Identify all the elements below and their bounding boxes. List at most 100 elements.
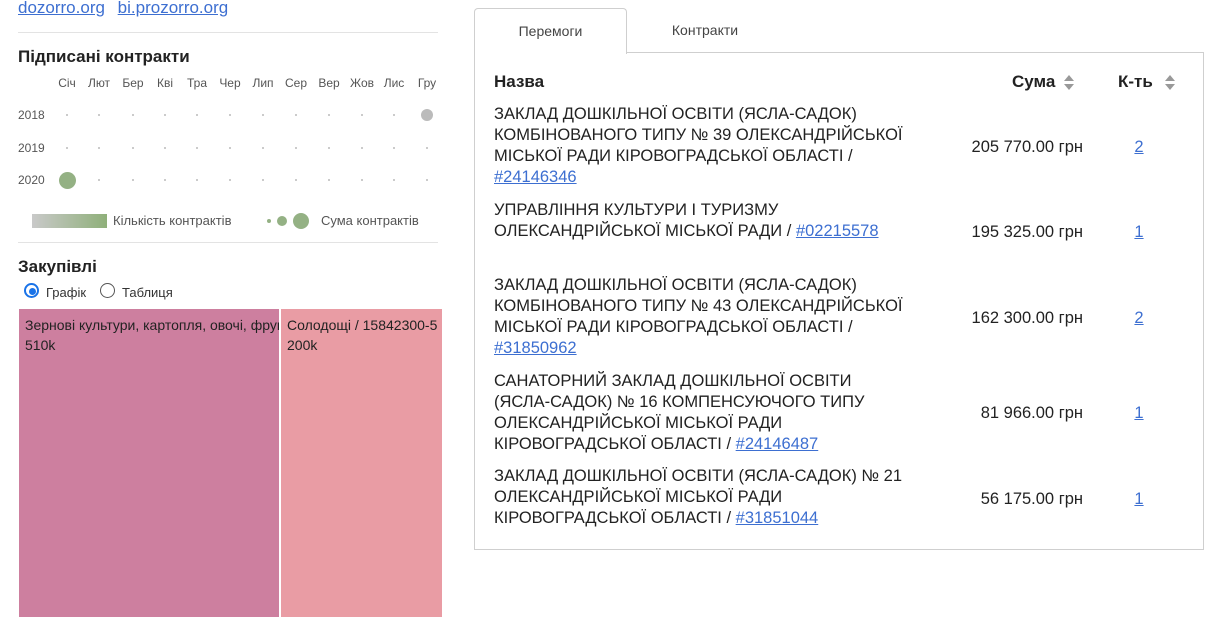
calendar-month-label: Гру xyxy=(417,76,437,90)
organization-id-link[interactable]: #24146487 xyxy=(736,435,819,453)
calendar-empty-dot xyxy=(196,147,198,149)
view-chart-radio[interactable] xyxy=(24,283,39,298)
separator: / xyxy=(721,509,736,527)
column-header-count[interactable]: К-ть xyxy=(1118,72,1153,92)
sort-icon[interactable] xyxy=(1064,75,1074,91)
organization-id-link[interactable]: #02215578 xyxy=(796,222,879,240)
calendar-contract-dot[interactable] xyxy=(421,109,433,121)
view-table-label[interactable]: Таблиця xyxy=(122,285,173,300)
organization-name: ЗАКЛАД ДОШКІЛЬНОЇ ОСВІТИ (ЯСЛА-САДОК) КО… xyxy=(494,105,903,165)
table-row-count-link[interactable]: 2 xyxy=(1120,309,1158,328)
organization-name: УПРАВЛІННЯ КУЛЬТУРИ І ТУРИЗМУ ОЛЕКСАНДРІ… xyxy=(494,201,783,240)
calendar-empty-dot xyxy=(132,114,134,116)
calendar-empty-dot xyxy=(98,114,100,116)
signed-contracts-title: Підписані контракти xyxy=(18,47,190,66)
table-row-sum: 195 325.00 грн xyxy=(971,223,1083,241)
calendar-month-label: Жов xyxy=(350,76,374,90)
table-row-name: ЗАКЛАД ДОШКІЛЬНОЇ ОСВІТИ (ЯСЛА-САДОК) № … xyxy=(494,466,904,529)
calendar-month-label: Вер xyxy=(318,76,340,90)
calendar-empty-dot xyxy=(361,147,363,149)
table-row-sum: 205 770.00 грн xyxy=(971,138,1083,156)
treemap-tile-vegetables[interactable]: Зернові культури, картопля, овочі, фрукт… xyxy=(19,309,279,617)
tile-value: 200k xyxy=(287,337,318,353)
calendar-empty-dot xyxy=(196,114,198,116)
calendar-empty-dot xyxy=(98,179,100,181)
separator: / xyxy=(721,435,736,453)
separator: / xyxy=(843,318,853,336)
calendar-month-label: Лют xyxy=(87,76,111,90)
organization-id-link[interactable]: #31850962 xyxy=(494,339,577,357)
calendar-month-label: Січ xyxy=(58,76,76,90)
table-row-name: ЗАКЛАД ДОШКІЛЬНОЇ ОСВІТИ (ЯСЛА-САДОК) КО… xyxy=(494,275,904,359)
calendar-year-label: 2020 xyxy=(18,173,45,187)
table-row-name: САНАТОРНИЙ ЗАКЛАД ДОШКІЛЬНОЇ ОСВІТИ (ЯСЛ… xyxy=(494,371,904,455)
table-row-count-link[interactable]: 1 xyxy=(1120,223,1158,242)
separator: / xyxy=(843,147,853,165)
legend-dot-small xyxy=(267,219,271,223)
calendar-empty-dot xyxy=(361,114,363,116)
calendar-empty-dot xyxy=(426,179,428,181)
legend-count-bar xyxy=(32,214,107,228)
legend-dot-medium xyxy=(277,216,287,226)
calendar-empty-dot xyxy=(262,147,264,149)
table-row-sum: 81 966.00 грн xyxy=(980,404,1083,422)
tab-wins[interactable]: Перемоги xyxy=(474,8,627,54)
divider xyxy=(18,32,438,33)
calendar-contract-dot[interactable] xyxy=(58,171,76,189)
table-row-count-link[interactable]: 2 xyxy=(1120,138,1158,157)
divider xyxy=(18,242,438,243)
calendar-empty-dot xyxy=(393,147,395,149)
calendar-month-label: Чер xyxy=(219,76,241,90)
calendar-empty-dot xyxy=(426,147,428,149)
calendar-month-label: Бер xyxy=(122,76,144,90)
calendar-month-label: Тра xyxy=(186,76,207,90)
calendar-empty-dot xyxy=(132,147,134,149)
calendar-empty-dot xyxy=(98,147,100,149)
calendar-empty-dot xyxy=(295,179,297,181)
top-links: dozorro.org bi.prozorro.org xyxy=(18,0,236,18)
calendar-empty-dot xyxy=(164,114,166,116)
view-chart-label[interactable]: Графік xyxy=(46,285,86,300)
table-row-sum: 162 300.00 грн xyxy=(971,309,1083,327)
dozorro-link[interactable]: dozorro.org xyxy=(18,0,105,17)
calendar-empty-dot xyxy=(262,114,264,116)
calendar-empty-dot xyxy=(361,179,363,181)
calendar-empty-dot xyxy=(229,147,231,149)
tile-value: 510k xyxy=(25,337,56,353)
calendar-empty-dot xyxy=(328,179,330,181)
column-header-sum[interactable]: Сума xyxy=(1012,72,1055,92)
organization-name: ЗАКЛАД ДОШКІЛЬНОЇ ОСВІТИ (ЯСЛА-САДОК) КО… xyxy=(494,276,903,336)
column-header-name[interactable]: Назва xyxy=(494,72,544,92)
table-row-name: ЗАКЛАД ДОШКІЛЬНОЇ ОСВІТИ (ЯСЛА-САДОК) КО… xyxy=(494,104,904,188)
calendar-empty-dot xyxy=(262,179,264,181)
organization-id-link[interactable]: #24146346 xyxy=(494,168,577,186)
table-row-count-link[interactable]: 1 xyxy=(1120,490,1158,509)
tile-label: Солодощі / 15842300-5 xyxy=(287,317,438,333)
calendar-empty-dot xyxy=(196,179,198,181)
calendar-empty-dot xyxy=(164,179,166,181)
calendar-empty-dot xyxy=(295,114,297,116)
calendar-month-label: Лип xyxy=(252,76,274,90)
calendar-empty-dot xyxy=(66,147,68,149)
calendar-year-label: 2018 xyxy=(18,108,45,122)
bi-prozorro-link[interactable]: bi.prozorro.org xyxy=(118,0,229,17)
calendar-empty-dot xyxy=(295,147,297,149)
organization-name: ЗАКЛАД ДОШКІЛЬНОЇ ОСВІТИ (ЯСЛА-САДОК) № … xyxy=(494,467,903,527)
calendar-empty-dot xyxy=(328,147,330,149)
calendar-year-label: 2019 xyxy=(18,141,45,155)
calendar-empty-dot xyxy=(229,179,231,181)
legend-dot-large xyxy=(293,213,309,229)
treemap-tile-sweets[interactable]: Солодощі / 15842300-5 200k xyxy=(281,309,442,617)
calendar-empty-dot xyxy=(66,114,68,116)
sort-icon[interactable] xyxy=(1165,75,1175,91)
organization-id-link[interactable]: #31851044 xyxy=(736,509,819,527)
table-row-count-link[interactable]: 1 xyxy=(1120,404,1158,423)
view-table-radio[interactable] xyxy=(100,283,115,298)
tab-contracts[interactable]: Контракти xyxy=(630,8,780,53)
separator: / xyxy=(782,222,796,240)
calendar-empty-dot xyxy=(393,114,395,116)
calendar-month-label: Сер xyxy=(284,76,307,90)
procurement-title: Закупівлі xyxy=(18,257,97,276)
table-row-sum: 56 175.00 грн xyxy=(980,490,1083,508)
legend-sum-label: Сума контрактів xyxy=(321,213,419,228)
